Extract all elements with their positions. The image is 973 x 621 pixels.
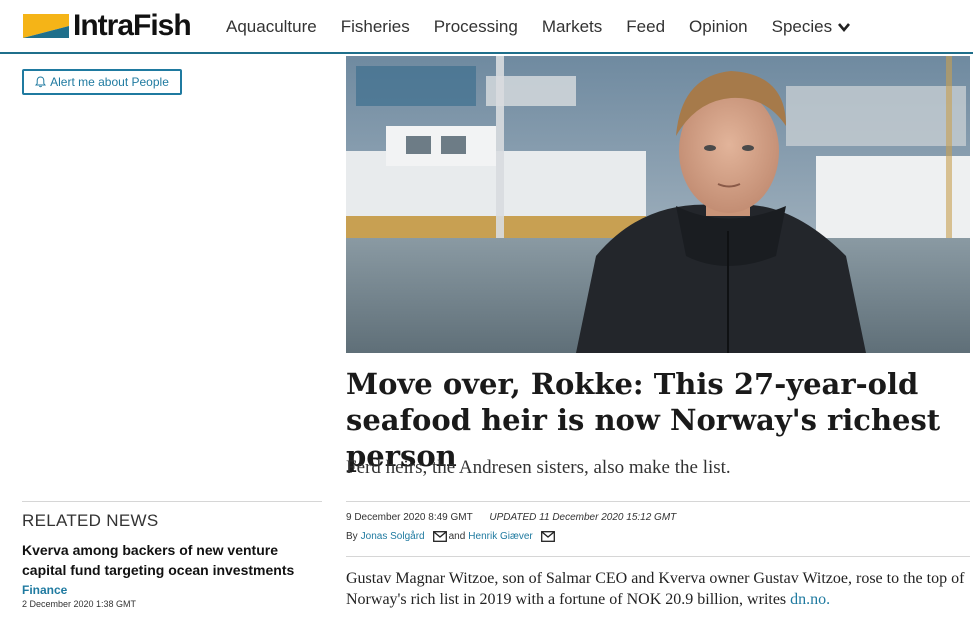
- intrafish-logo[interactable]: IntraFish: [23, 9, 192, 42]
- article-subheadline: Ferd heirs, the Andresen sisters, also m…: [346, 457, 731, 478]
- updated-date: UPDATED 11 December 2020 15:12 GMT: [489, 512, 677, 523]
- related-news-title: RELATED NEWS: [22, 511, 159, 530]
- nav-label: Fisheries: [340, 17, 410, 36]
- nav-label: Opinion: [689, 17, 748, 36]
- article-body: Gustav Magnar Witzoe, son of Salmar CEO …: [346, 568, 970, 610]
- hero-image: [346, 56, 970, 353]
- nav-item-aquaculture[interactable]: Aquaculture: [226, 16, 317, 38]
- divider: [22, 501, 322, 502]
- divider: [346, 501, 970, 502]
- article-byline: By Jonas Solgård and Henrik Giæver: [346, 531, 557, 542]
- site-header: IntraFish Aquaculture Fisheries Processi…: [0, 0, 973, 54]
- article-dates: 9 December 2020 8:49 GMT UPDATED 11 Dece…: [346, 512, 676, 523]
- author-link[interactable]: Henrik Giæver: [468, 531, 532, 542]
- related-news-category[interactable]: Finance: [22, 583, 67, 597]
- chevron-down-icon: [838, 23, 851, 33]
- related-news-date: 2 December 2020 1:38 GMT: [22, 599, 137, 609]
- nav-item-opinion[interactable]: Opinion: [689, 16, 748, 38]
- divider: [346, 556, 970, 557]
- alert-me-label: Alert me about People: [50, 75, 169, 89]
- by-label: By: [346, 531, 358, 542]
- related-news-headline[interactable]: Kverva among backers of new venture capi…: [22, 540, 322, 580]
- nav-label: Species: [771, 17, 833, 36]
- nav-label: Processing: [433, 17, 518, 36]
- alert-me-button[interactable]: Alert me about People: [22, 69, 182, 95]
- nav-item-species[interactable]: Species: [772, 16, 851, 38]
- source-link[interactable]: dn.no.: [790, 591, 830, 608]
- main-nav: Aquaculture Fisheries Processing Markets…: [226, 16, 875, 38]
- nav-label: Feed: [626, 17, 666, 36]
- nav-item-markets[interactable]: Markets: [542, 16, 602, 38]
- nav-item-fisheries[interactable]: Fisheries: [341, 16, 410, 38]
- nav-label: Markets: [541, 17, 603, 36]
- published-date: 9 December 2020 8:49 GMT: [346, 512, 473, 523]
- nav-item-feed[interactable]: Feed: [626, 16, 665, 38]
- nav-label: Aquaculture: [226, 17, 317, 36]
- logo-mark-icon: [23, 14, 69, 38]
- nav-item-processing[interactable]: Processing: [434, 16, 518, 38]
- logo-text: IntraFish: [73, 9, 192, 42]
- mail-icon[interactable]: [432, 531, 447, 542]
- body-text: Gustav Magnar Witzoe, son of Salmar CEO …: [346, 570, 965, 608]
- hero-photo: [346, 56, 970, 353]
- and-label: and: [448, 531, 466, 542]
- mail-icon[interactable]: [540, 531, 555, 542]
- bell-icon: [35, 76, 47, 88]
- author-link[interactable]: Jonas Solgård: [361, 531, 425, 542]
